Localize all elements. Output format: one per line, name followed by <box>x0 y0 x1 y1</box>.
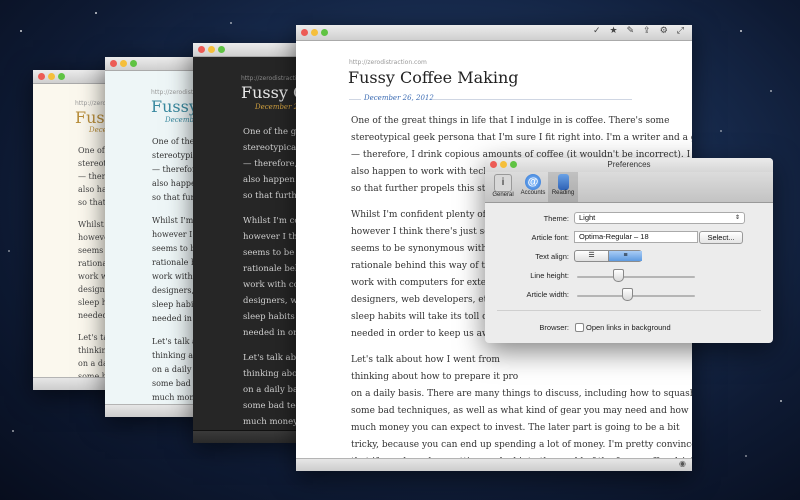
date-rule-left <box>349 99 361 100</box>
open-links-background-label[interactable]: Open links in background <box>586 323 671 332</box>
minimize-button[interactable] <box>208 46 215 53</box>
close-button[interactable] <box>110 60 117 67</box>
tab-reading-label: Reading <box>551 190 575 196</box>
tab-reading[interactable]: Reading <box>548 172 578 202</box>
article-line: Let's talk about how I went from <box>351 355 500 365</box>
zoom-button[interactable] <box>130 60 137 67</box>
article-font-label: Article font: <box>531 233 569 242</box>
minimize-button[interactable] <box>48 73 55 80</box>
divider <box>497 310 761 311</box>
fullscreen-icon[interactable]: ⤢ <box>677 26 684 36</box>
general-icon: i <box>494 174 512 192</box>
article-date: December 26, 2012 <box>364 94 434 102</box>
close-button[interactable] <box>38 73 45 80</box>
zoom-button[interactable] <box>218 46 225 53</box>
open-links-background-checkbox[interactable] <box>575 323 584 332</box>
settings-icon[interactable]: ⚙ <box>660 26 668 36</box>
line-height-knob[interactable] <box>613 269 625 282</box>
edit-icon[interactable]: ✎ <box>627 26 635 36</box>
article-window-dark[interactable]: http://zerodistraction Fussy Co December… <box>193 43 313 443</box>
checkmark-icon[interactable]: ✓ <box>593 26 601 36</box>
reading-icon <box>557 174 569 190</box>
text-align-segmented[interactable]: ☰ ≡ <box>574 250 642 262</box>
date-rule-right <box>432 99 632 100</box>
article-url[interactable]: http://zerodistraction.com <box>349 59 427 66</box>
article-line: much money you can expect to invest. The… <box>351 423 680 433</box>
article-title: Fussy Coffee Making <box>348 68 519 87</box>
align-left-icon[interactable]: ☰ <box>575 251 608 261</box>
title-bar[interactable] <box>193 43 313 57</box>
preferences-title-bar[interactable]: Preferences <box>485 158 773 172</box>
article-line: thinking about how to prepare it pro <box>351 372 519 382</box>
status-bar <box>193 430 313 443</box>
article-line: stereotypical geek persona that I'm sure… <box>351 133 692 143</box>
article-url[interactable]: http://zerodistr <box>151 89 196 96</box>
theme-label: Theme: <box>543 214 569 223</box>
theme-select[interactable]: Light ⇕ <box>574 212 745 224</box>
zoom-button[interactable] <box>58 73 65 80</box>
article-width-label: Article width: <box>526 290 569 299</box>
preferences-window[interactable]: Preferences i General @ Accounts Reading… <box>485 158 773 343</box>
eye-icon[interactable]: ◉ <box>679 459 686 468</box>
text-align-label: Text align: <box>535 252 569 261</box>
article-line: on a daily basis. There are many things … <box>351 389 692 399</box>
close-button[interactable] <box>198 46 205 53</box>
minimize-button[interactable] <box>120 60 127 67</box>
preferences-toolbar: i General @ Accounts Reading <box>485 172 773 203</box>
accounts-icon: @ <box>525 174 541 190</box>
tab-accounts[interactable]: @ Accounts <box>518 172 548 202</box>
article-line: some bad techniques, as well as what kin… <box>351 406 689 416</box>
minimize-button[interactable] <box>500 161 507 168</box>
chevron-updown-icon: ⇕ <box>734 215 740 221</box>
article-line: One of the great things in life that I i… <box>351 116 670 126</box>
article-line: tricky, because you can end up spending … <box>351 440 692 450</box>
browser-label: Browser: <box>539 323 569 332</box>
tab-general-label: General <box>492 192 514 198</box>
close-button[interactable] <box>301 29 308 36</box>
share-icon[interactable]: ⇪ <box>643 26 651 36</box>
line-height-slider[interactable] <box>577 276 695 278</box>
zoom-button[interactable] <box>321 29 328 36</box>
article-font-field[interactable]: Optima-Regular – 18 <box>574 231 698 243</box>
tab-general[interactable]: i General <box>488 172 518 202</box>
article-font-value: Optima-Regular – 18 <box>579 232 649 241</box>
close-button[interactable] <box>490 161 497 168</box>
line-height-label: Line height: <box>530 271 569 280</box>
article-width-slider[interactable] <box>577 295 695 297</box>
align-justify-icon[interactable]: ≡ <box>608 251 642 261</box>
toolbar: ✓ ★ ✎ ⇪ ⚙ ⤢ <box>593 26 684 36</box>
article-width-knob[interactable] <box>621 288 633 301</box>
preferences-title: Preferences <box>607 160 651 169</box>
theme-value: Light <box>579 213 596 222</box>
status-bar: ◉ <box>296 458 692 471</box>
tab-accounts-label: Accounts <box>520 190 546 196</box>
article-url[interactable]: http://zerodistraction <box>241 75 304 82</box>
select-font-button[interactable]: Select... <box>699 231 743 244</box>
zoom-button[interactable] <box>510 161 517 168</box>
minimize-button[interactable] <box>311 29 318 36</box>
title-bar[interactable]: ✓ ★ ✎ ⇪ ⚙ ⤢ <box>296 25 692 41</box>
star-icon[interactable]: ★ <box>610 26 618 36</box>
